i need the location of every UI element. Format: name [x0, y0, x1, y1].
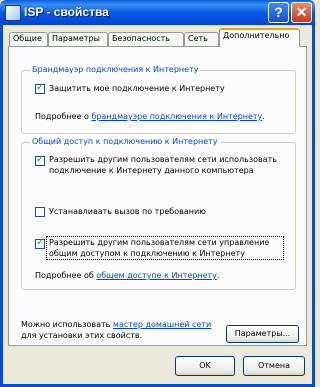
window-title: ISP - свойства	[24, 5, 109, 19]
tab-advanced[interactable]: Дополнительно	[219, 28, 300, 47]
firewall-more-text: Подробнее о брандмауэре подключения к Ин…	[35, 112, 265, 121]
sharing-more-text: Подробнее об общем доступе к Интернету.	[35, 271, 219, 280]
title-bar: ISP - свойства ? ✕	[0, 0, 315, 25]
close-button[interactable]: ✕	[291, 2, 312, 23]
tab-panel-advanced: Брандмауэр подключения к Интернету Защит…	[8, 46, 307, 346]
tab-security[interactable]: Безопасность	[108, 32, 184, 46]
window-frame-left	[0, 25, 3, 387]
dial-on-demand-label[interactable]: Устанавливать вызов по требованию	[49, 207, 206, 216]
tab-general[interactable]: Общие	[9, 32, 48, 46]
firewall-more-suffix: .	[262, 112, 265, 121]
firewall-legend: Брандмауэр подключения к Интернету	[30, 65, 201, 74]
ok-button[interactable]: OK	[175, 356, 235, 376]
allow-control-label-line1[interactable]: Разрешить другим пользователям сети упра…	[49, 238, 269, 247]
firewall-checkbox-label[interactable]: Защитить мое подключение к Интернету	[49, 84, 225, 93]
firewall-more-prefix: Подробнее о	[35, 112, 92, 121]
network-connection-icon	[5, 5, 21, 21]
firewall-more-link[interactable]: брандмауэре подключения к Интернету	[91, 112, 262, 121]
dial-on-demand-checkbox[interactable]	[35, 207, 45, 217]
firewall-checkbox[interactable]	[35, 82, 45, 94]
sharing-group: Общий доступ к подключению к Интернету	[21, 137, 296, 290]
cancel-button[interactable]: Отмена	[243, 356, 305, 376]
tab-options[interactable]: Параметры	[48, 32, 108, 46]
wizard-text-prefix: Можно использовать	[21, 320, 113, 329]
tab-network[interactable]: Сеть	[184, 32, 219, 46]
allow-control-label-line2[interactable]: общим доступом к подключению к Интернету	[49, 249, 245, 258]
sharing-more-prefix: Подробнее об	[35, 271, 97, 280]
help-button[interactable]: ?	[268, 2, 289, 23]
settings-button[interactable]: Параметры...	[226, 325, 299, 343]
window-frame-right	[312, 25, 315, 387]
sharing-legend: Общий доступ к подключению к Интернету	[30, 137, 220, 146]
sharing-more-link[interactable]: общем доступе к Интернету	[96, 271, 217, 280]
sharing-more-suffix: .	[216, 271, 220, 280]
allow-control-checkbox[interactable]	[35, 237, 45, 249]
allow-sharing-label-line2[interactable]: подключение к Интернету данного компьюте…	[49, 166, 254, 175]
firewall-group: Брандмауэр подключения к Интернету	[21, 65, 296, 134]
wizard-text-line2: для установки этих свойств.	[21, 331, 143, 340]
allow-sharing-checkbox[interactable]	[35, 154, 45, 166]
wizard-text-line1: Можно использовать мастер домашней сети	[21, 320, 211, 329]
home-network-wizard-link[interactable]: мастер домашней сети	[113, 320, 211, 329]
allow-sharing-label-line1[interactable]: Разрешить другим пользователям сети испо…	[49, 155, 277, 164]
